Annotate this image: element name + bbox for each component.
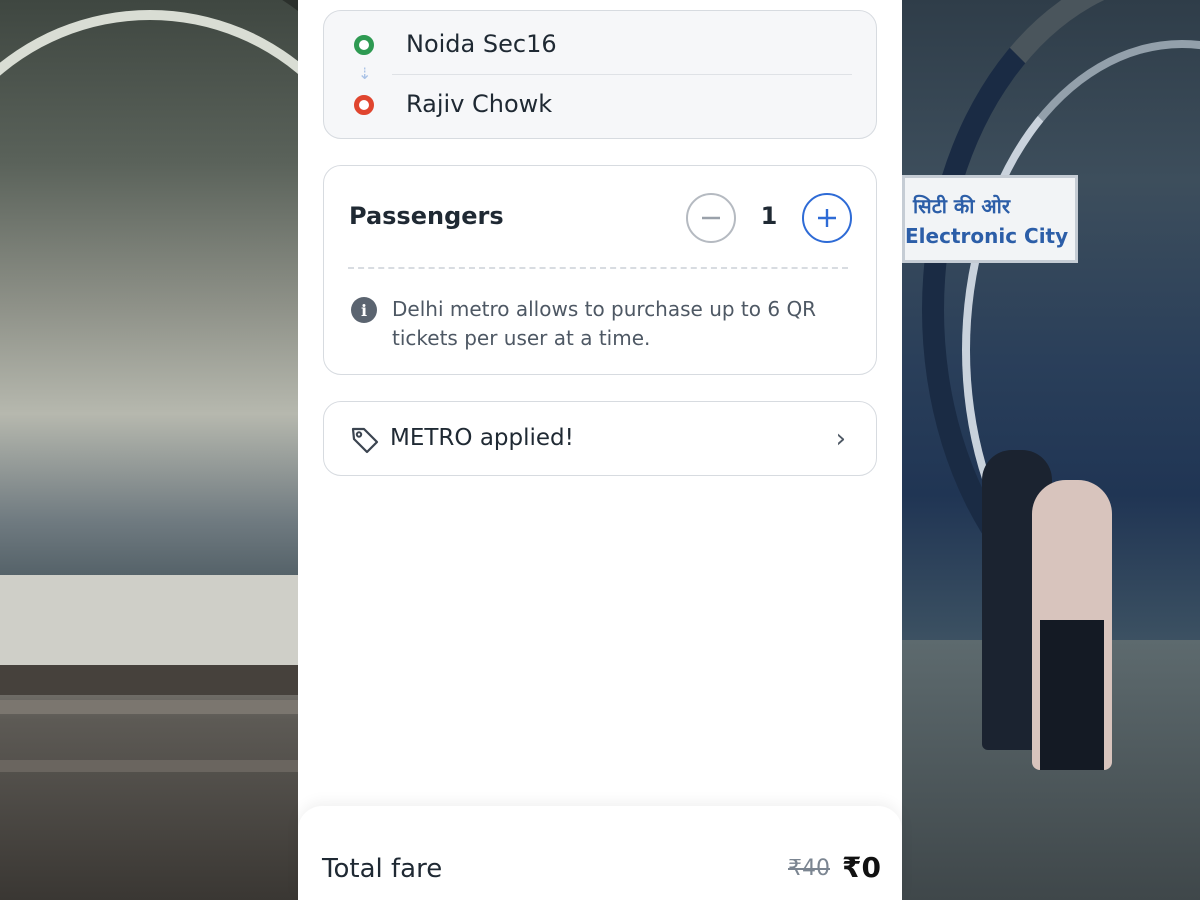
original-fare: ₹40 bbox=[788, 856, 830, 881]
booking-panel: Noida Sec16 ⇣ Rajiv Chowk Passengers 1 i… bbox=[298, 0, 902, 900]
chevron-right-icon: › bbox=[835, 424, 846, 454]
passengers-title: Passengers bbox=[349, 202, 504, 230]
fare-summary: Total fare ₹40 ₹0 bbox=[298, 806, 902, 900]
station-sign-hindi: सिटी की ओर bbox=[913, 194, 1011, 218]
destination-station[interactable]: Rajiv Chowk bbox=[406, 90, 552, 118]
dashed-divider bbox=[348, 267, 848, 269]
plus-icon bbox=[818, 209, 836, 227]
destination-dot-icon bbox=[354, 95, 374, 115]
route-divider bbox=[392, 74, 852, 75]
final-fare: ₹0 bbox=[842, 851, 881, 884]
down-arrow-icon: ⇣ bbox=[358, 64, 372, 83]
increase-passengers-button[interactable] bbox=[802, 193, 852, 243]
total-fare-label: Total fare bbox=[322, 854, 443, 884]
origin-dot-icon bbox=[354, 35, 374, 55]
background-photo-right: सिटी की ओर Electronic City bbox=[902, 0, 1200, 900]
info-icon: i bbox=[351, 297, 377, 323]
origin-station[interactable]: Noida Sec16 bbox=[406, 30, 557, 58]
station-sign-english: Electronic City bbox=[905, 224, 1069, 248]
passenger-count: 1 bbox=[760, 202, 778, 230]
passenger-limit-info: Delhi metro allows to purchase up to 6 Q… bbox=[392, 297, 817, 350]
background-photo-left bbox=[0, 0, 298, 900]
passengers-card: Passengers 1 i Delhi metro allows to pur… bbox=[323, 165, 877, 375]
tag-icon bbox=[351, 427, 379, 454]
decrease-passengers-button[interactable] bbox=[686, 193, 736, 243]
promo-card[interactable]: METRO applied! › bbox=[323, 401, 877, 476]
minus-icon bbox=[702, 216, 720, 220]
promo-label: METRO applied! bbox=[390, 425, 574, 451]
route-card[interactable]: Noida Sec16 ⇣ Rajiv Chowk bbox=[323, 10, 877, 139]
station-sign: सिटी की ओर Electronic City bbox=[902, 175, 1078, 263]
